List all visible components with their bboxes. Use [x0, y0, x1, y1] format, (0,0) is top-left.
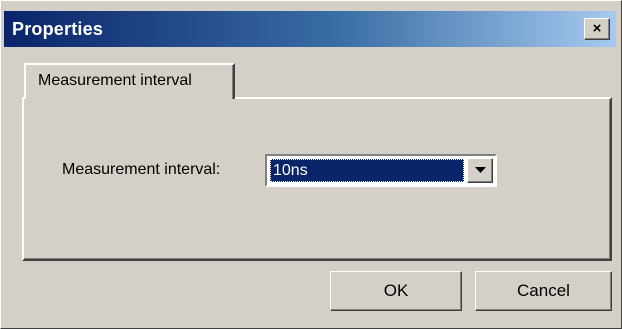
measurement-interval-label: Measurement interval:	[62, 161, 221, 178]
properties-dialog: Properties × Measurement interval Measur…	[0, 0, 622, 329]
window-title: Properties	[12, 19, 104, 39]
close-icon: ×	[592, 20, 602, 37]
close-button[interactable]: ×	[584, 18, 610, 40]
measurement-interval-select[interactable]: 10ns	[265, 154, 497, 187]
tab-measurement-interval[interactable]: Measurement interval	[24, 63, 235, 99]
dropdown-button[interactable]	[467, 158, 493, 183]
tab-label: Measurement interval	[38, 72, 192, 89]
cancel-button[interactable]: Cancel	[475, 271, 612, 311]
selected-value: 10ns	[270, 159, 464, 182]
tab-panel: Measurement interval: 10ns	[22, 97, 612, 261]
ok-button[interactable]: OK	[330, 271, 462, 311]
chevron-down-icon	[475, 167, 486, 173]
title-bar[interactable]: Properties ×	[4, 11, 616, 47]
